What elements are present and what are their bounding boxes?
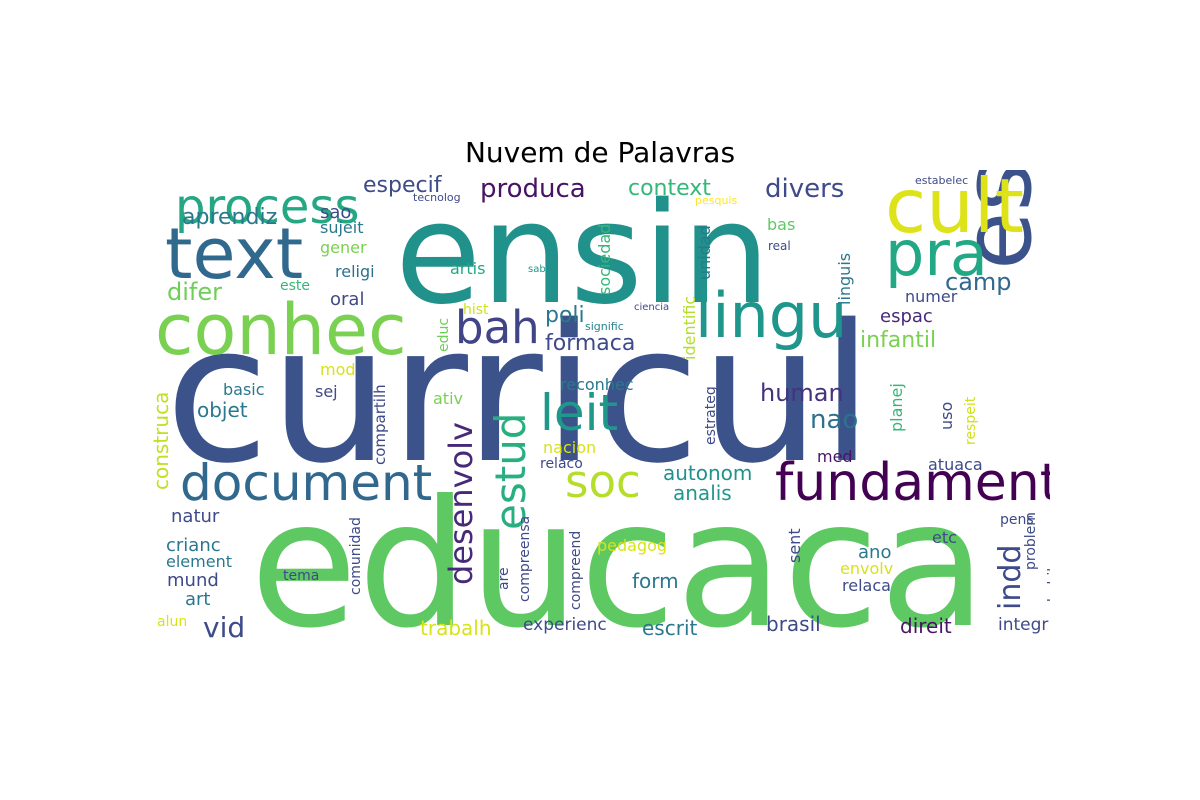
word-lingu: lingu: [695, 279, 847, 352]
word-compreensa: compreensa: [517, 516, 533, 602]
word-este: este: [280, 278, 310, 294]
word-estud: estud: [486, 413, 535, 530]
word-mund: mund: [167, 570, 219, 591]
word-artis: artis: [450, 259, 485, 278]
word-ativ: ativ: [433, 389, 463, 408]
word-real: real: [768, 239, 791, 253]
word-espac: espac: [880, 306, 933, 327]
word-are: are: [496, 567, 512, 590]
word-oral: oral: [330, 289, 364, 310]
word-comunidad: comunidad: [348, 517, 364, 595]
word-trabalh: trabalh: [420, 616, 492, 640]
word-planej: planej: [887, 383, 906, 432]
word-atuaca: atuaca: [928, 455, 983, 474]
chart-title: Nuvem de Palavras: [464, 136, 736, 169]
word-vid: vid: [203, 611, 245, 640]
stage: Nuvem de Palavras curriculeducacaensines…: [0, 0, 1200, 800]
word-natur: natur: [171, 506, 220, 527]
word-poli: poli: [545, 303, 585, 328]
word-compartilh: compartilh: [371, 384, 389, 465]
word-signific: signific: [585, 320, 624, 333]
word-estabelec: estabelec: [915, 174, 968, 187]
word-analis: analis: [673, 481, 732, 505]
word-difer: difer: [167, 278, 222, 306]
word-objet: objet: [197, 398, 248, 422]
word-experienc: experienc: [523, 615, 607, 635]
word-tema: tema: [283, 568, 319, 584]
word-sociedad: sociedad: [595, 224, 614, 295]
word-sent: sent: [785, 528, 804, 563]
word-produca: produca: [480, 174, 586, 204]
word-respeit: respeit: [963, 396, 979, 445]
word-document: document: [180, 454, 432, 512]
word-pesquis: pesquis: [695, 194, 737, 207]
word-med: med: [817, 447, 853, 466]
word-form: form: [632, 569, 679, 593]
word-estrateg: estrateg: [703, 386, 719, 445]
word-relaca: relaca: [842, 576, 891, 595]
word-human: human: [760, 379, 844, 407]
word-pedagog: pedagog: [597, 536, 667, 555]
word-sej: sej: [315, 382, 338, 401]
word-nacion: nacion: [543, 438, 596, 457]
word-relaco: relaco: [540, 456, 583, 472]
word-ciencia: ciencia: [634, 302, 669, 313]
word-divers: divers: [765, 174, 844, 204]
word-integr: integr: [998, 615, 1048, 635]
word-art: art: [185, 589, 211, 610]
word-hist: hist: [463, 302, 489, 318]
word-uso: uso: [937, 402, 956, 430]
word-sab: sab: [528, 264, 546, 275]
word-infantil: infantil: [860, 328, 936, 353]
word-numer: numer: [905, 287, 958, 306]
word-direit: direit: [900, 614, 952, 638]
word-tecnolog: tecnolog: [413, 191, 461, 204]
word-religi: religi: [335, 262, 375, 281]
word-desenvolv: desenvolv: [442, 422, 480, 585]
word-identific: identific: [680, 296, 699, 360]
word-linguis: linguis: [835, 253, 854, 305]
word-unidad: unidad: [695, 225, 714, 280]
word-problem: problem: [1023, 512, 1039, 570]
word-bas: bas: [767, 215, 795, 234]
word-alun: alun: [157, 614, 187, 630]
word-aprendiz: aprendiz: [182, 205, 277, 230]
word-mod: mod: [320, 360, 356, 379]
word-cloud: curriculeducacaensinescolcultpraconhecte…: [150, 170, 1050, 640]
word-element: element: [166, 552, 232, 571]
word-reconhec: reconhec: [560, 375, 634, 394]
word-nao: nao: [810, 405, 858, 435]
word-brasil: brasil: [766, 612, 821, 636]
word-formaca: formaca: [545, 331, 635, 356]
word-habil: habil: [1046, 568, 1050, 602]
word-construca: construca: [150, 392, 173, 490]
word-compreend: compreend: [568, 531, 584, 610]
word-educ: educ: [436, 318, 452, 352]
word-gener: gener: [320, 238, 367, 257]
word-sujeit: sujeit: [320, 218, 363, 237]
word-basic: basic: [223, 380, 265, 399]
word-etc: etc: [932, 528, 957, 547]
word-escrit: escrit: [642, 616, 698, 640]
